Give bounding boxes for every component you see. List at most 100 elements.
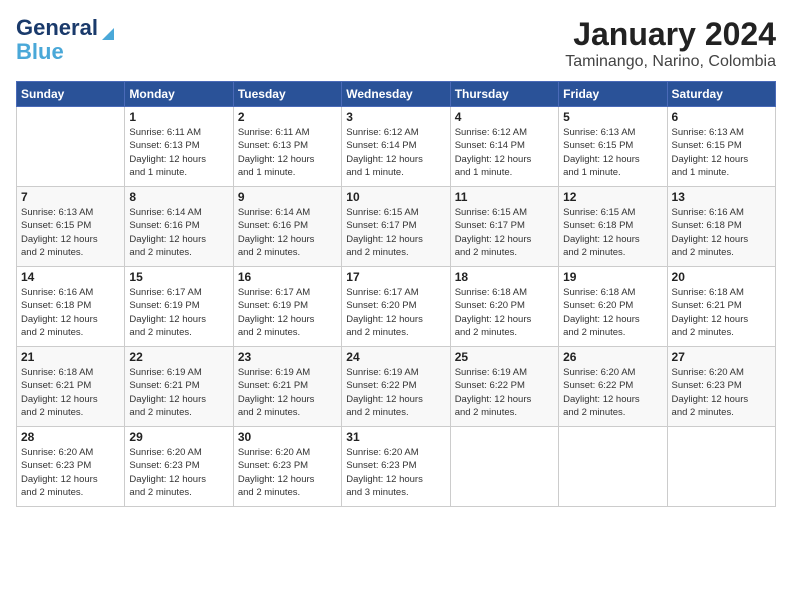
day-number: 24 <box>346 350 445 364</box>
calendar-cell: 19 Sunrise: 6:18 AM Sunset: 6:20 PM Dayli… <box>559 267 667 347</box>
location: Taminango, Narino, Colombia <box>565 53 776 71</box>
col-tuesday: Tuesday <box>233 82 341 107</box>
calendar-cell: 10 Sunrise: 6:15 AM Sunset: 6:17 PM Dayli… <box>342 187 450 267</box>
col-friday: Friday <box>559 82 667 107</box>
logo-text: GeneralBlue <box>16 16 98 64</box>
col-monday: Monday <box>125 82 233 107</box>
day-number: 19 <box>563 270 662 284</box>
day-number: 14 <box>21 270 120 284</box>
day-info: Sunrise: 6:20 AM Sunset: 6:23 PM Dayligh… <box>21 446 120 499</box>
day-info: Sunrise: 6:12 AM Sunset: 6:14 PM Dayligh… <box>346 126 445 179</box>
col-wednesday: Wednesday <box>342 82 450 107</box>
calendar-cell: 16 Sunrise: 6:17 AM Sunset: 6:19 PM Dayli… <box>233 267 341 347</box>
day-number: 2 <box>238 110 337 124</box>
calendar-cell: 29 Sunrise: 6:20 AM Sunset: 6:23 PM Dayli… <box>125 427 233 507</box>
day-info: Sunrise: 6:11 AM Sunset: 6:13 PM Dayligh… <box>238 126 337 179</box>
calendar-table: Sunday Monday Tuesday Wednesday Thursday… <box>16 81 776 507</box>
month-title: January 2024 <box>565 16 776 53</box>
col-saturday: Saturday <box>667 82 775 107</box>
col-thursday: Thursday <box>450 82 558 107</box>
calendar-cell <box>450 427 558 507</box>
day-info: Sunrise: 6:19 AM Sunset: 6:21 PM Dayligh… <box>238 366 337 419</box>
day-number: 20 <box>672 270 771 284</box>
title-block: January 2024 Taminango, Narino, Colombia <box>565 16 776 71</box>
day-info: Sunrise: 6:12 AM Sunset: 6:14 PM Dayligh… <box>455 126 554 179</box>
day-info: Sunrise: 6:18 AM Sunset: 6:20 PM Dayligh… <box>563 286 662 339</box>
day-info: Sunrise: 6:14 AM Sunset: 6:16 PM Dayligh… <box>238 206 337 259</box>
day-number: 31 <box>346 430 445 444</box>
calendar-cell: 5Sunrise: 6:13 AM Sunset: 6:15 PM Daylig… <box>559 107 667 187</box>
day-info: Sunrise: 6:20 AM Sunset: 6:23 PM Dayligh… <box>672 366 771 419</box>
calendar-cell: 14 Sunrise: 6:16 AM Sunset: 6:18 PM Dayli… <box>17 267 125 347</box>
calendar-cell: 2 Sunrise: 6:11 AM Sunset: 6:13 PM Daylig… <box>233 107 341 187</box>
day-number: 21 <box>21 350 120 364</box>
day-number: 25 <box>455 350 554 364</box>
day-number: 4 <box>455 110 554 124</box>
day-number: 11 <box>455 190 554 204</box>
calendar-cell: 30 Sunrise: 6:20 AM Sunset: 6:23 PM Dayli… <box>233 427 341 507</box>
day-number: 10 <box>346 190 445 204</box>
day-info: Sunrise: 6:15 AM Sunset: 6:17 PM Dayligh… <box>346 206 445 259</box>
page: GeneralBlue January 2024 Taminango, Nari… <box>0 0 792 612</box>
calendar-cell <box>559 427 667 507</box>
day-number: 29 <box>129 430 228 444</box>
calendar-header-row: Sunday Monday Tuesday Wednesday Thursday… <box>17 82 776 107</box>
day-number: 13 <box>672 190 771 204</box>
calendar-cell: 18 Sunrise: 6:18 AM Sunset: 6:20 PM Dayli… <box>450 267 558 347</box>
calendar-week-4: 21Sunrise: 6:18 AM Sunset: 6:21 PM Dayli… <box>17 347 776 427</box>
calendar-cell: 17 Sunrise: 6:17 AM Sunset: 6:20 PM Dayli… <box>342 267 450 347</box>
day-number: 18 <box>455 270 554 284</box>
day-info: Sunrise: 6:14 AM Sunset: 6:16 PM Dayligh… <box>129 206 228 259</box>
logo-icon <box>92 20 122 50</box>
day-info: Sunrise: 6:19 AM Sunset: 6:22 PM Dayligh… <box>346 366 445 419</box>
day-info: Sunrise: 6:18 AM Sunset: 6:20 PM Dayligh… <box>455 286 554 339</box>
calendar-cell: 8Sunrise: 6:14 AM Sunset: 6:16 PM Daylig… <box>125 187 233 267</box>
calendar-cell <box>667 427 775 507</box>
calendar-week-2: 7Sunrise: 6:13 AM Sunset: 6:15 PM Daylig… <box>17 187 776 267</box>
calendar-cell: 15 Sunrise: 6:17 AM Sunset: 6:19 PM Dayli… <box>125 267 233 347</box>
day-number: 6 <box>672 110 771 124</box>
day-info: Sunrise: 6:19 AM Sunset: 6:21 PM Dayligh… <box>129 366 228 419</box>
calendar-cell: 28 Sunrise: 6:20 AM Sunset: 6:23 PM Dayli… <box>17 427 125 507</box>
day-info: Sunrise: 6:17 AM Sunset: 6:19 PM Dayligh… <box>238 286 337 339</box>
calendar-cell: 4 Sunrise: 6:12 AM Sunset: 6:14 PM Daylig… <box>450 107 558 187</box>
day-number: 12 <box>563 190 662 204</box>
day-number: 16 <box>238 270 337 284</box>
day-info: Sunrise: 6:20 AM Sunset: 6:22 PM Dayligh… <box>563 366 662 419</box>
calendar-cell: 31Sunrise: 6:20 AM Sunset: 6:23 PM Dayli… <box>342 427 450 507</box>
calendar-cell: 23Sunrise: 6:19 AM Sunset: 6:21 PM Dayli… <box>233 347 341 427</box>
header: GeneralBlue January 2024 Taminango, Nari… <box>16 16 776 71</box>
calendar-cell: 13 Sunrise: 6:16 AM Sunset: 6:18 PM Dayli… <box>667 187 775 267</box>
calendar-cell: 21Sunrise: 6:18 AM Sunset: 6:21 PM Dayli… <box>17 347 125 427</box>
day-number: 1 <box>129 110 228 124</box>
col-sunday: Sunday <box>17 82 125 107</box>
calendar-cell: 6 Sunrise: 6:13 AM Sunset: 6:15 PM Daylig… <box>667 107 775 187</box>
calendar-cell: 9Sunrise: 6:14 AM Sunset: 6:16 PM Daylig… <box>233 187 341 267</box>
calendar-cell: 20Sunrise: 6:18 AM Sunset: 6:21 PM Dayli… <box>667 267 775 347</box>
calendar-cell: 24 Sunrise: 6:19 AM Sunset: 6:22 PM Dayli… <box>342 347 450 427</box>
day-number: 30 <box>238 430 337 444</box>
day-info: Sunrise: 6:13 AM Sunset: 6:15 PM Dayligh… <box>672 126 771 179</box>
day-info: Sunrise: 6:17 AM Sunset: 6:20 PM Dayligh… <box>346 286 445 339</box>
calendar-week-3: 14 Sunrise: 6:16 AM Sunset: 6:18 PM Dayli… <box>17 267 776 347</box>
calendar-cell: 1 Sunrise: 6:11 AM Sunset: 6:13 PM Daylig… <box>125 107 233 187</box>
day-number: 15 <box>129 270 228 284</box>
day-info: Sunrise: 6:17 AM Sunset: 6:19 PM Dayligh… <box>129 286 228 339</box>
calendar-cell: 22Sunrise: 6:19 AM Sunset: 6:21 PM Dayli… <box>125 347 233 427</box>
day-number: 17 <box>346 270 445 284</box>
day-info: Sunrise: 6:16 AM Sunset: 6:18 PM Dayligh… <box>672 206 771 259</box>
calendar-cell: 3 Sunrise: 6:12 AM Sunset: 6:14 PM Daylig… <box>342 107 450 187</box>
day-info: Sunrise: 6:13 AM Sunset: 6:15 PM Dayligh… <box>563 126 662 179</box>
calendar-cell <box>17 107 125 187</box>
day-info: Sunrise: 6:16 AM Sunset: 6:18 PM Dayligh… <box>21 286 120 339</box>
logo: GeneralBlue <box>16 16 122 64</box>
calendar-cell: 27Sunrise: 6:20 AM Sunset: 6:23 PM Dayli… <box>667 347 775 427</box>
day-info: Sunrise: 6:20 AM Sunset: 6:23 PM Dayligh… <box>238 446 337 499</box>
day-info: Sunrise: 6:20 AM Sunset: 6:23 PM Dayligh… <box>129 446 228 499</box>
calendar-cell: 25Sunrise: 6:19 AM Sunset: 6:22 PM Dayli… <box>450 347 558 427</box>
day-number: 26 <box>563 350 662 364</box>
day-info: Sunrise: 6:13 AM Sunset: 6:15 PM Dayligh… <box>21 206 120 259</box>
day-number: 3 <box>346 110 445 124</box>
day-info: Sunrise: 6:11 AM Sunset: 6:13 PM Dayligh… <box>129 126 228 179</box>
day-number: 28 <box>21 430 120 444</box>
